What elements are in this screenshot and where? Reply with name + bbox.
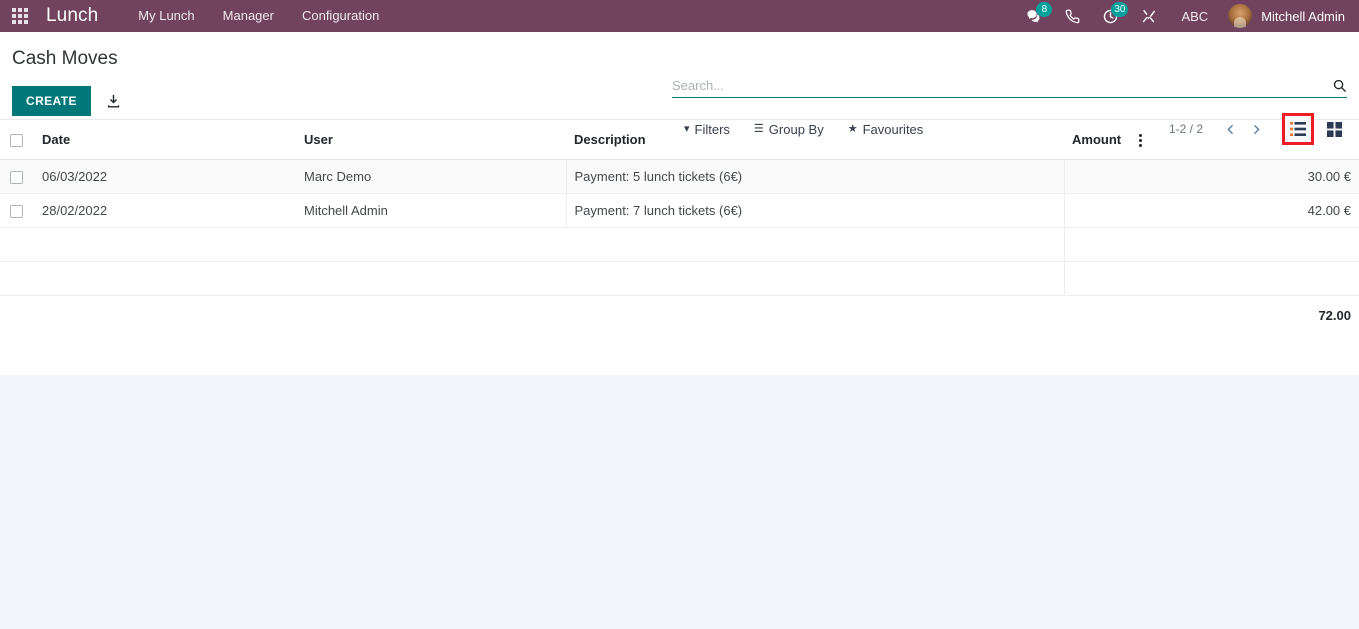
cell-date: 06/03/2022: [34, 159, 296, 195]
vertical-dots-icon[interactable]: [1135, 134, 1146, 148]
filters-label: Filters: [694, 122, 730, 137]
row-select-cell: [0, 193, 34, 229]
control-panel-buttons: CREATE: [12, 86, 122, 116]
empty-cell: [296, 261, 566, 297]
kanban-view-icon[interactable]: [1321, 116, 1347, 142]
search-dropdown-buttons: ▾ Filters ☰ Group By ★ Favourites: [684, 120, 947, 139]
table-empty-row: [0, 261, 1359, 297]
list-view-sheet: Date User Description Amount 06/03/2022 …: [0, 120, 1359, 375]
cash-moves-table: Date User Description Amount 06/03/2022 …: [0, 120, 1359, 336]
total-empty-cell: [296, 295, 566, 336]
menu-my-lunch[interactable]: My Lunch: [124, 0, 208, 32]
group-by-label: Group By: [768, 122, 824, 137]
column-header-user[interactable]: User: [296, 120, 566, 161]
total-amount: 72.00: [1064, 295, 1359, 336]
pager-and-views: 1-2 / 2: [1168, 113, 1347, 145]
control-panel: Cash Moves CREATE ▾ Filters ☰: [0, 32, 1359, 145]
empty-cell: [34, 261, 296, 297]
app-brand-lunch[interactable]: Lunch: [46, 5, 98, 27]
pager-counter: 1-2 / 2: [1168, 122, 1203, 136]
row-checkbox[interactable]: [10, 171, 23, 185]
systray: 8 30 ABC Mitchell Admin: [1015, 0, 1359, 32]
star-icon: ★: [847, 123, 858, 135]
cell-user: Mitchell Admin: [296, 193, 566, 229]
messaging-badge: 8: [1036, 2, 1053, 17]
menu-manager[interactable]: Manager: [209, 0, 288, 32]
voip-phone-icon[interactable]: [1054, 0, 1091, 32]
search-input[interactable]: [672, 78, 1332, 93]
empty-cell: [296, 227, 566, 263]
import-download-icon[interactable]: [105, 93, 122, 110]
empty-cell: [0, 261, 34, 297]
pager-next-button[interactable]: [1243, 116, 1269, 142]
empty-cell: [1063, 261, 1359, 297]
total-empty-cell: [34, 295, 296, 336]
page-background: [0, 375, 1359, 629]
hamburger-icon: ☰: [753, 123, 764, 135]
apps-grid-glyph: [12, 8, 28, 24]
table-header: Date User Description Amount: [0, 120, 1359, 161]
menu-configuration[interactable]: Configuration: [288, 0, 393, 32]
language-abc-label[interactable]: ABC: [1167, 9, 1222, 24]
search-icon[interactable]: [1332, 78, 1347, 93]
table-row[interactable]: 28/02/2022 Mitchell Admin Payment: 7 lun…: [0, 193, 1359, 229]
table-total-row: 72.00: [0, 295, 1359, 336]
cell-user: Marc Demo: [296, 159, 566, 195]
table-body: 06/03/2022 Marc Demo Payment: 5 lunch ti…: [0, 159, 1359, 336]
list-view-icon[interactable]: [1282, 113, 1314, 145]
empty-cell: [34, 227, 296, 263]
avatar: [1228, 4, 1253, 28]
search-row: [672, 78, 1347, 98]
cell-amount: 30.00 €: [1063, 159, 1359, 195]
select-all-header: [0, 120, 34, 161]
total-empty-cell: [0, 295, 34, 336]
table-empty-row: [0, 227, 1359, 263]
favourites-dropdown[interactable]: ★ Favourites: [848, 120, 934, 139]
column-header-date[interactable]: Date: [34, 120, 296, 161]
page-title: Cash Moves: [12, 48, 118, 69]
debug-tools-icon[interactable]: [1130, 0, 1167, 32]
favourites-label: Favourites: [862, 122, 924, 137]
create-button[interactable]: CREATE: [12, 86, 91, 116]
user-menu[interactable]: Mitchell Admin: [1222, 4, 1345, 28]
search-view: [672, 78, 1347, 98]
empty-cell: [0, 227, 34, 263]
empty-cell: [1063, 227, 1359, 263]
funnel-icon: ▾: [684, 123, 690, 135]
messaging-icon[interactable]: 8: [1015, 0, 1054, 32]
select-all-checkbox[interactable]: [10, 134, 23, 148]
group-by-dropdown[interactable]: ☰ Group By: [754, 120, 834, 139]
row-checkbox[interactable]: [10, 205, 23, 219]
table-row[interactable]: 06/03/2022 Marc Demo Payment: 5 lunch ti…: [0, 159, 1359, 195]
empty-cell: [566, 261, 1064, 297]
cell-description: Payment: 7 lunch tickets (6€): [565, 193, 1064, 229]
apps-grid-icon[interactable]: [4, 0, 36, 32]
row-select-cell: [0, 159, 34, 195]
cell-description: Payment: 5 lunch tickets (6€): [565, 159, 1064, 195]
activities-clock-icon[interactable]: 30: [1091, 0, 1130, 32]
cell-date: 28/02/2022: [34, 193, 296, 229]
total-empty-cell: [566, 295, 1064, 336]
activities-badge: 30: [1111, 2, 1129, 17]
user-name: Mitchell Admin: [1261, 8, 1345, 24]
cell-amount: 42.00 €: [1063, 193, 1359, 229]
column-header-amount[interactable]: Amount: [1072, 132, 1121, 147]
pager-previous-button[interactable]: [1217, 116, 1243, 142]
filters-dropdown[interactable]: ▾ Filters: [684, 120, 740, 139]
empty-cell: [566, 227, 1064, 263]
view-switcher: [1282, 113, 1347, 145]
top-navbar: Lunch My Lunch Manager Configuration 8 3…: [0, 0, 1359, 32]
